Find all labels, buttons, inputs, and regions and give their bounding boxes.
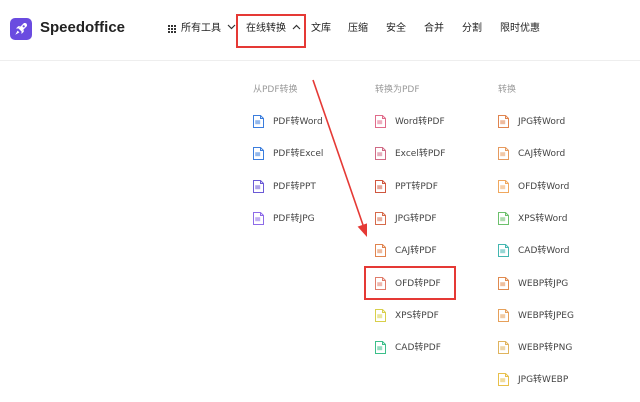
nav-compress[interactable]: 压缩 [348, 22, 368, 36]
file-convert-icon [375, 147, 386, 160]
menu-item-label: PDF转Word [273, 117, 323, 127]
menu-item-label: XPS转Word [518, 214, 568, 224]
menu-item-label: OFD转Word [518, 182, 570, 192]
menu-item-label: JPG转PDF [395, 214, 437, 224]
menu-item-label: Word转PDF [395, 117, 445, 127]
menu-item-label: JPG转WEBP [518, 375, 569, 385]
nav-all-tools-label: 所有工具 [181, 23, 221, 34]
menu-item-label: CAD转PDF [395, 343, 441, 353]
menu-item-label: WEBP转JPEG [518, 311, 574, 321]
chevron-down-icon [227, 24, 236, 30]
menu-column-heading-3: 转换 [498, 85, 517, 95]
highlight-box-online-convert [236, 14, 306, 48]
file-convert-icon [375, 180, 386, 193]
file-convert-icon [253, 212, 264, 225]
top-header: Speedoffice 所有工具 在线转换 文库 压缩 安全 合并 分割 限时优… [0, 0, 640, 61]
menu-item-label: Excel转PDF [395, 149, 446, 159]
file-convert-icon [498, 212, 509, 225]
menu-item-label: PPT转PDF [395, 182, 438, 192]
nav-library[interactable]: 文库 [311, 22, 331, 36]
nav-merge[interactable]: 合并 [424, 22, 444, 36]
file-convert-icon [498, 373, 509, 386]
file-convert-icon [375, 115, 386, 128]
file-convert-icon [375, 212, 386, 225]
nav-all-tools[interactable]: 所有工具 [181, 22, 236, 36]
menu-item-label: CAD转Word [518, 246, 570, 256]
nav-limited-offer[interactable]: 限时优惠 [500, 22, 540, 36]
brand-name[interactable]: Speedoffice [40, 19, 125, 36]
nav-split[interactable]: 分割 [462, 22, 482, 36]
file-convert-icon [253, 180, 264, 193]
menu-item-label: PDF转Excel [273, 149, 324, 159]
file-convert-icon [498, 180, 509, 193]
menu-item-label: CAJ转PDF [395, 246, 437, 256]
file-convert-icon [498, 147, 509, 160]
file-convert-icon [375, 341, 386, 354]
menu-column-heading-2: 转换为PDF [375, 85, 420, 95]
file-convert-icon [498, 115, 509, 128]
file-convert-icon [253, 147, 264, 160]
grid-menu-icon [168, 25, 176, 33]
menu-item-label: JPG转Word [518, 117, 566, 127]
file-convert-icon [498, 277, 509, 290]
menu-item-label: PDF转PPT [273, 182, 316, 192]
file-convert-icon [498, 309, 509, 322]
nav-security[interactable]: 安全 [386, 22, 406, 36]
menu-item-label: WEBP转JPG [518, 279, 569, 289]
highlight-box-ofd-to-pdf [364, 266, 456, 300]
file-convert-icon [253, 115, 264, 128]
file-convert-icon [498, 244, 509, 257]
menu-item-label: WEBP转PNG [518, 343, 573, 353]
menu-item-label: XPS转PDF [395, 311, 439, 321]
file-convert-icon [375, 309, 386, 322]
file-convert-icon [375, 244, 386, 257]
rocket-logo-icon[interactable] [10, 18, 32, 40]
menu-item-label: CAJ转Word [518, 149, 566, 159]
menu-column-heading-1: 从PDF转换 [253, 85, 298, 95]
file-convert-icon [498, 341, 509, 354]
menu-item-label: PDF转JPG [273, 214, 315, 224]
